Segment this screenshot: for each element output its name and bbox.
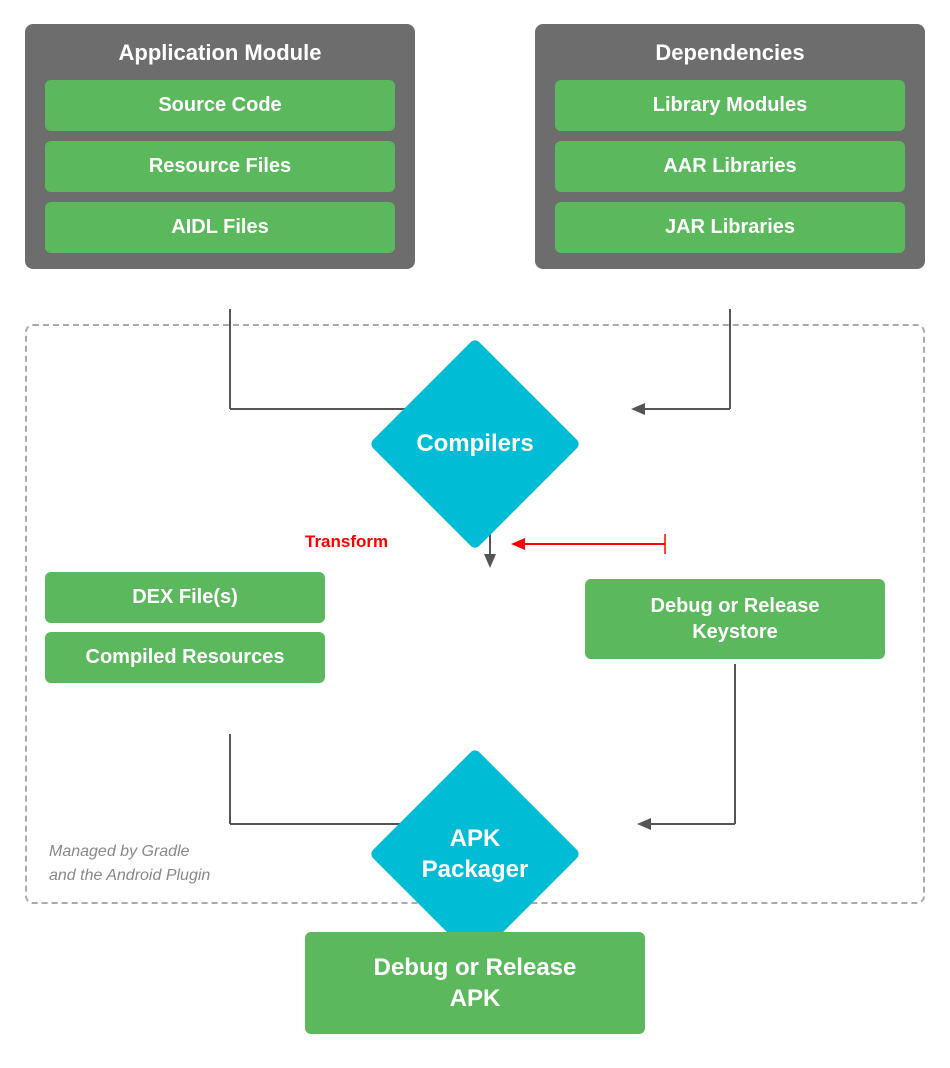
aar-libraries-item: AAR Libraries — [555, 141, 905, 192]
dependencies-title: Dependencies — [555, 40, 905, 66]
top-section: Application Module Source Code Resource … — [15, 24, 935, 269]
keystore-btn: Debug or ReleaseKeystore — [585, 579, 885, 659]
source-code-item: Source Code — [45, 80, 395, 131]
jar-libraries-item: JAR Libraries — [555, 202, 905, 253]
diagram: Application Module Source Code Resource … — [15, 14, 935, 1054]
dependencies-box: Dependencies Library Modules AAR Librari… — [535, 24, 925, 269]
app-module-title: Application Module — [45, 40, 395, 66]
compiled-resources-wrapper: Compiled Resources — [45, 632, 325, 683]
dex-files-wrapper: DEX File(s) — [45, 572, 325, 623]
transform-label: Transform — [305, 532, 388, 552]
apk-packager-wrapper: APKPackager — [375, 754, 575, 954]
compilers-diamond-wrapper: Compilers — [375, 344, 575, 544]
library-modules-item: Library Modules — [555, 80, 905, 131]
compiled-resources-btn: Compiled Resources — [45, 632, 325, 683]
output-apk-btn: Debug or ReleaseAPK — [305, 932, 645, 1034]
compilers-label: Compilers — [416, 430, 533, 458]
output-apk-wrapper: Debug or ReleaseAPK — [305, 932, 645, 1034]
apk-packager-label: APKPackager — [422, 823, 529, 885]
application-module-box: Application Module Source Code Resource … — [25, 24, 415, 269]
gradle-label: Managed by Gradle and the Android Plugin — [49, 840, 210, 888]
keystore-wrapper: Debug or ReleaseKeystore — [585, 579, 885, 659]
dex-files-btn: DEX File(s) — [45, 572, 325, 623]
aidl-files-item: AIDL Files — [45, 202, 395, 253]
resource-files-item: Resource Files — [45, 141, 395, 192]
